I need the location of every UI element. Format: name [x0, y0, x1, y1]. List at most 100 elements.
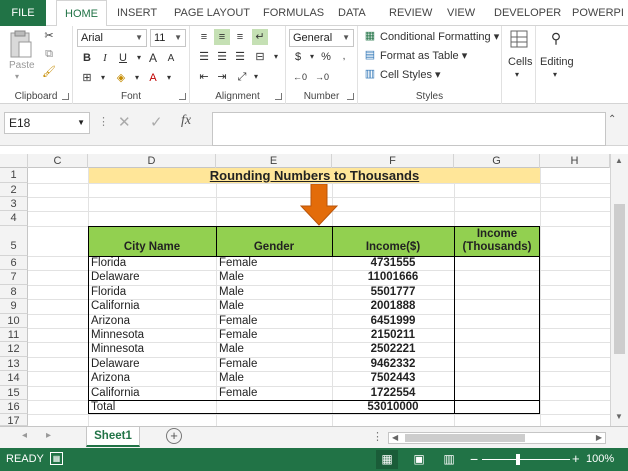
add-sheet-icon[interactable]: +: [166, 428, 182, 444]
cell-gender[interactable]: Female: [219, 328, 257, 342]
merge-center-icon[interactable]: ⊟: [252, 49, 268, 65]
sheet-tab-sheet1[interactable]: Sheet1: [86, 427, 140, 447]
cell-city[interactable]: Minnesota: [91, 342, 144, 356]
cell-income[interactable]: 2502221: [332, 342, 454, 356]
page-break-view-icon[interactable]: ▥: [438, 450, 460, 469]
decrease-indent-icon[interactable]: ⇤: [196, 69, 212, 85]
horizontal-scrollbar[interactable]: ◀ ▶: [388, 432, 606, 444]
normal-view-icon[interactable]: ▦: [376, 450, 398, 469]
fill-dropdown-icon[interactable]: ▾: [129, 70, 145, 86]
column-header-d[interactable]: D: [88, 154, 216, 168]
paste-button[interactable]: Paste: [9, 60, 35, 71]
cell-income[interactable]: 1722554: [332, 386, 454, 400]
cell-gender[interactable]: Female: [219, 256, 257, 270]
align-top-icon[interactable]: ≡: [196, 29, 212, 45]
format-painter-icon[interactable]: 🖌: [41, 64, 57, 80]
row-header-14[interactable]: 14: [0, 371, 28, 386]
cells-group[interactable]: Cells ▾: [502, 26, 536, 104]
row-header-8[interactable]: 8: [0, 285, 28, 299]
zoom-level[interactable]: 100%: [586, 453, 614, 465]
editing-group[interactable]: ⚲ Editing ▾: [536, 26, 578, 104]
prev-sheet-icon[interactable]: ◂: [22, 430, 27, 441]
underline-icon[interactable]: U: [115, 50, 131, 66]
copy-icon[interactable]: ⧉: [41, 46, 57, 62]
next-sheet-icon[interactable]: ▸: [46, 430, 51, 441]
confirm-entry-icon[interactable]: ✓: [150, 113, 163, 131]
cell-city[interactable]: Delaware: [91, 270, 140, 284]
cell-city[interactable]: California: [91, 299, 140, 313]
tab-view[interactable]: VIEW: [447, 0, 475, 26]
cell-gender[interactable]: Female: [219, 314, 257, 328]
align-right-icon[interactable]: ☰: [232, 49, 248, 65]
borders-dropdown-icon[interactable]: ▾: [95, 70, 111, 86]
tab-file[interactable]: FILE: [0, 0, 46, 26]
increase-font-icon[interactable]: A: [145, 50, 161, 66]
cell-city[interactable]: Florida: [91, 256, 126, 270]
total-value[interactable]: 53010000: [332, 400, 454, 414]
align-left-icon[interactable]: ☰: [196, 49, 212, 65]
cell-gender[interactable]: Female: [219, 386, 257, 400]
cell-gender[interactable]: Male: [219, 285, 244, 299]
zoom-in-icon[interactable]: +: [572, 451, 580, 467]
tab-insert[interactable]: INSERT: [117, 0, 157, 26]
row-header-6[interactable]: 6: [0, 256, 28, 270]
cell-gender[interactable]: Male: [219, 342, 244, 356]
expand-formula-icon[interactable]: ⌃: [608, 114, 616, 125]
formula-input[interactable]: [212, 112, 606, 146]
tab-powerpivot[interactable]: POWERPI: [572, 0, 624, 26]
cancel-entry-icon[interactable]: ✕: [118, 113, 131, 131]
vertical-scrollbar[interactable]: ▲ ▼: [610, 154, 628, 426]
cell-styles-button[interactable]: Cell Styles ▾: [380, 68, 441, 81]
font-color-dropdown-icon[interactable]: ▾: [161, 70, 177, 86]
align-center-icon[interactable]: ☰: [214, 49, 230, 65]
decrease-decimal-icon[interactable]: →0: [314, 69, 330, 85]
cell-city[interactable]: Florida: [91, 285, 126, 299]
tab-developer[interactable]: DEVELOPER: [494, 0, 561, 26]
fill-color-icon[interactable]: ◈: [113, 70, 129, 86]
select-all-corner[interactable]: [0, 154, 28, 168]
row-header-16[interactable]: 16: [0, 400, 28, 414]
chevron-down-icon[interactable]: ▼: [77, 113, 85, 133]
cell-city[interactable]: Arizona: [91, 314, 130, 328]
cell-income[interactable]: 4731555: [332, 256, 454, 270]
vertical-scroll-thumb[interactable]: [614, 204, 625, 354]
scroll-down-icon[interactable]: ▼: [615, 412, 623, 421]
font-launcher-icon[interactable]: [179, 93, 186, 100]
tab-data[interactable]: DATA: [338, 0, 366, 26]
row-header-2[interactable]: 2: [0, 183, 28, 197]
scroll-left-icon[interactable]: ◀: [392, 433, 398, 442]
insert-function-icon[interactable]: fx: [181, 113, 191, 129]
row-header-3[interactable]: 3: [0, 197, 28, 211]
row-header-7[interactable]: 7: [0, 270, 28, 285]
row-header-15[interactable]: 15: [0, 386, 28, 400]
total-label[interactable]: Total: [91, 400, 115, 414]
bold-icon[interactable]: B: [79, 50, 95, 66]
font-color-icon[interactable]: A: [145, 70, 161, 86]
tab-review[interactable]: REVIEW: [389, 0, 432, 26]
font-size-select[interactable]: 11 ▼: [150, 29, 186, 47]
paste-dropdown-icon[interactable]: ▾: [15, 72, 19, 81]
cell-city[interactable]: Arizona: [91, 371, 130, 385]
cell-gender[interactable]: Male: [219, 270, 244, 284]
clipboard-launcher-icon[interactable]: [62, 93, 69, 100]
decrease-font-icon[interactable]: A: [163, 51, 179, 67]
comma-style-icon[interactable]: ,: [336, 49, 352, 65]
page-layout-view-icon[interactable]: ▣: [408, 450, 430, 469]
cell-income[interactable]: 5501777: [332, 285, 454, 299]
format-as-table-button[interactable]: Format as Table ▾: [380, 49, 467, 62]
row-header-4[interactable]: 4: [0, 211, 28, 226]
font-family-select[interactable]: Arial ▼: [77, 29, 147, 47]
increase-decimal-icon[interactable]: ←0: [292, 69, 308, 85]
number-format-select[interactable]: General ▼: [289, 29, 354, 47]
column-header-e[interactable]: E: [216, 154, 332, 168]
alignment-launcher-icon[interactable]: [275, 93, 282, 100]
name-box[interactable]: E18 ▼: [4, 112, 90, 134]
cell-income[interactable]: 7502443: [332, 371, 454, 385]
wrap-text-icon[interactable]: ↵: [252, 29, 268, 45]
zoom-out-icon[interactable]: −: [470, 451, 478, 467]
zoom-slider-thumb[interactable]: [516, 454, 520, 465]
cell-income[interactable]: 6451999: [332, 314, 454, 328]
cell-city[interactable]: California: [91, 386, 140, 400]
cell-income[interactable]: 9462332: [332, 357, 454, 371]
sheet-bar-divider-icon[interactable]: ⋮: [372, 430, 383, 443]
